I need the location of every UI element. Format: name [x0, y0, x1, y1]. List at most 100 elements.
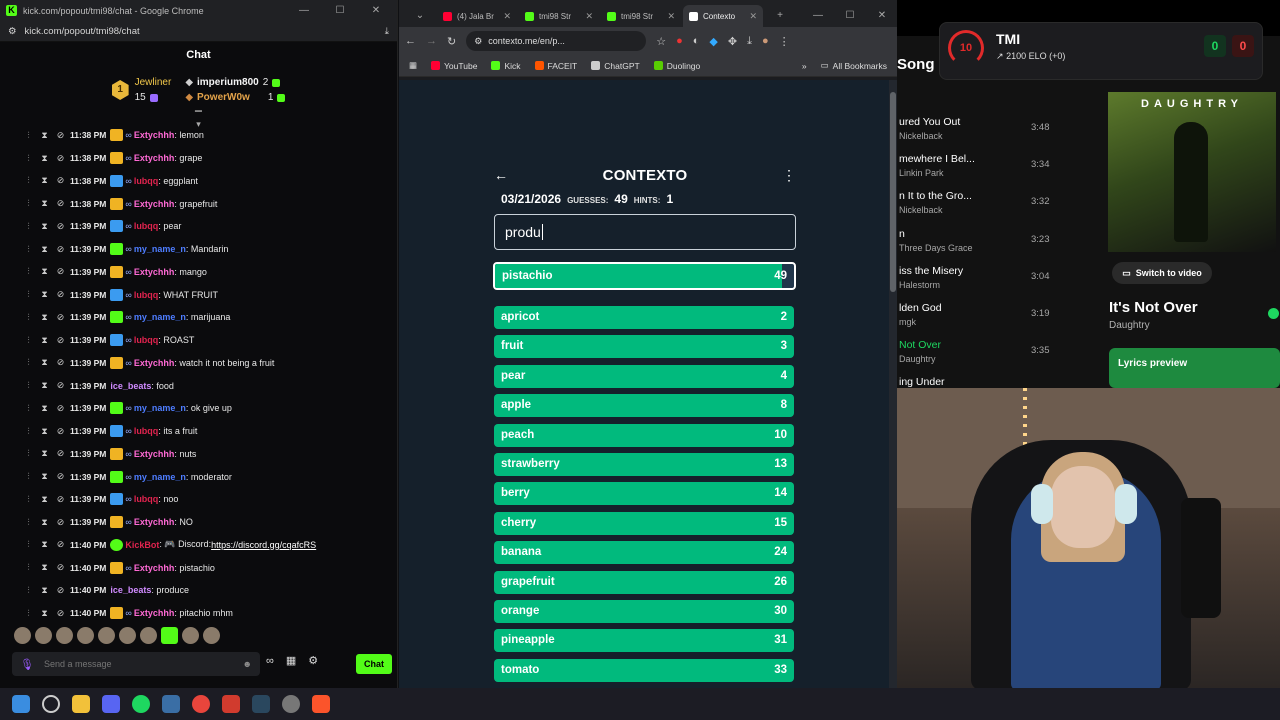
- emote-icon[interactable]: [140, 627, 157, 644]
- lyrics-preview[interactable]: Lyrics preview: [1109, 348, 1280, 388]
- timeout-hourglass-icon[interactable]: ⧗: [38, 130, 51, 141]
- pin-icon[interactable]: ⫶: [22, 448, 35, 459]
- emote-icon[interactable]: [182, 627, 199, 644]
- ban-icon[interactable]: ⊘: [54, 130, 67, 141]
- pin-icon[interactable]: ⫶: [22, 380, 35, 391]
- send-chat-button[interactable]: Chat: [356, 654, 392, 674]
- discord-icon[interactable]: [102, 695, 120, 713]
- gifter-entry[interactable]: ◆ PowerW0w 1: [185, 90, 286, 105]
- pin-icon[interactable]: ⫶: [22, 289, 35, 300]
- track-row[interactable]: n It to the Gro... Nickelback 3:32: [897, 184, 1097, 221]
- bookmark-chatgpt[interactable]: ChatGPT: [591, 61, 640, 71]
- message-username[interactable]: lubqq: [134, 290, 159, 300]
- ban-icon[interactable]: ⊘: [54, 517, 67, 528]
- track-row[interactable]: n Three Days Grace 3:23: [897, 222, 1097, 259]
- message-username[interactable]: my_name_n: [134, 472, 186, 482]
- ban-icon[interactable]: ⊘: [54, 266, 67, 277]
- emote-icon[interactable]: [56, 627, 73, 644]
- ban-icon[interactable]: ⊘: [54, 471, 67, 482]
- tab-search-icon[interactable]: ⌄: [405, 5, 435, 27]
- timeout-hourglass-icon[interactable]: ⧗: [38, 585, 51, 596]
- extensions-puzzle-icon[interactable]: ✥: [728, 35, 737, 48]
- ban-icon[interactable]: ⊘: [54, 539, 67, 550]
- message-username[interactable]: Extychhh: [134, 608, 175, 618]
- saved-check-icon[interactable]: [1268, 308, 1279, 319]
- ban-icon[interactable]: ⊘: [54, 403, 67, 414]
- search-icon[interactable]: [42, 695, 60, 713]
- pin-icon[interactable]: ⫶: [22, 244, 35, 255]
- emote-icon[interactable]: [161, 627, 178, 644]
- ban-icon[interactable]: ⊘: [54, 426, 67, 437]
- address-bar[interactable]: ⚙ contexto.me/en/p...: [466, 31, 647, 51]
- bookmark-kick[interactable]: Kick: [491, 61, 521, 71]
- close-tab-icon[interactable]: ✕: [503, 11, 511, 22]
- pin-icon[interactable]: ⫶: [22, 403, 35, 414]
- pin-icon[interactable]: ⫶: [22, 221, 35, 232]
- timeout-hourglass-icon[interactable]: ⧗: [38, 426, 51, 437]
- new-tab-icon[interactable]: +: [765, 5, 795, 27]
- forward-icon[interactable]: →: [426, 35, 437, 47]
- message-username[interactable]: my_name_n: [134, 312, 186, 322]
- more-bookmarks-icon[interactable]: »: [802, 61, 807, 71]
- pin-icon[interactable]: ⫶: [22, 198, 35, 209]
- infinity-icon[interactable]: ∞: [266, 655, 274, 667]
- timeout-hourglass-icon[interactable]: ⧗: [38, 153, 51, 164]
- emote-icon[interactable]: [203, 627, 220, 644]
- ban-icon[interactable]: ⊘: [54, 153, 67, 164]
- back-arrow-icon[interactable]: ←: [494, 167, 508, 183]
- timeout-hourglass-icon[interactable]: ⧗: [38, 517, 51, 528]
- ban-icon[interactable]: ⊘: [54, 312, 67, 323]
- chat-url[interactable]: kick.com/popout/tmi98/chat: [25, 26, 140, 37]
- timeout-hourglass-icon[interactable]: ⧗: [38, 471, 51, 482]
- message-username[interactable]: my_name_n: [134, 403, 186, 413]
- timeout-hourglass-icon[interactable]: ⧗: [38, 244, 51, 255]
- tab-kick-2[interactable]: tmi98 Str ✕: [601, 5, 681, 27]
- page-scrollbar[interactable]: [889, 80, 897, 688]
- ban-icon[interactable]: ⊘: [54, 585, 67, 596]
- timeout-hourglass-icon[interactable]: ⧗: [38, 221, 51, 232]
- message-username[interactable]: lubqq: [134, 221, 159, 231]
- pin-icon[interactable]: ⫶: [22, 494, 35, 505]
- spotify-icon[interactable]: [132, 695, 150, 713]
- timeout-hourglass-icon[interactable]: ⧗: [38, 448, 51, 459]
- now-playing-title[interactable]: It's Not Over: [1109, 299, 1198, 316]
- timeout-hourglass-icon[interactable]: ⧗: [38, 312, 51, 323]
- message-username[interactable]: Extychhh: [134, 267, 175, 277]
- message-link[interactable]: https://discord.gg/cqafcRS: [211, 540, 316, 550]
- message-username[interactable]: lubqq: [134, 494, 159, 504]
- bookmark-youtube[interactable]: YouTube: [431, 61, 477, 71]
- pin-icon[interactable]: ⫶: [22, 175, 35, 186]
- close-tab-icon[interactable]: ✕: [585, 11, 593, 22]
- pin-icon[interactable]: ⫶: [22, 335, 35, 346]
- pin-icon[interactable]: ⫶: [22, 153, 35, 164]
- message-username[interactable]: Extychhh: [134, 517, 175, 527]
- all-bookmarks[interactable]: ▭ All Bookmarks: [821, 60, 887, 71]
- store-icon[interactable]: ▦: [286, 654, 296, 667]
- track-row[interactable]: ured You Out Nickelback 3:48: [897, 110, 1097, 147]
- download-icon[interactable]: ⤓: [385, 26, 389, 37]
- timeout-hourglass-icon[interactable]: ⧗: [38, 335, 51, 346]
- emote-icon[interactable]: [77, 627, 94, 644]
- ban-icon[interactable]: ⊘: [54, 380, 67, 391]
- scrollbar-thumb[interactable]: [890, 92, 896, 292]
- shield-icon[interactable]: [222, 695, 240, 713]
- timeout-hourglass-icon[interactable]: ⧗: [38, 539, 51, 550]
- ban-icon[interactable]: ⊘: [54, 448, 67, 459]
- pin-icon[interactable]: ⫶: [22, 471, 35, 482]
- timeout-hourglass-icon[interactable]: ⧗: [38, 289, 51, 300]
- extension-icon[interactable]: ◆: [709, 35, 717, 48]
- message-username[interactable]: Extychhh: [134, 153, 175, 163]
- pin-icon[interactable]: ⫶: [22, 357, 35, 368]
- microphone-icon[interactable]: 🎙: [20, 658, 34, 671]
- pin-icon[interactable]: ⫶: [22, 585, 35, 596]
- pin-icon[interactable]: ⫶: [22, 539, 35, 550]
- chrome-icon[interactable]: [192, 695, 210, 713]
- profile-avatar[interactable]: ●: [762, 35, 769, 47]
- chat-message-input[interactable]: [43, 659, 214, 669]
- tab-kick-1[interactable]: tmi98 Str ✕: [519, 5, 599, 27]
- steam-icon[interactable]: [252, 695, 270, 713]
- timeout-hourglass-icon[interactable]: ⧗: [38, 380, 51, 391]
- ban-icon[interactable]: ⊘: [54, 244, 67, 255]
- message-username[interactable]: Extychhh: [134, 130, 175, 140]
- message-username[interactable]: Extychhh: [134, 449, 175, 459]
